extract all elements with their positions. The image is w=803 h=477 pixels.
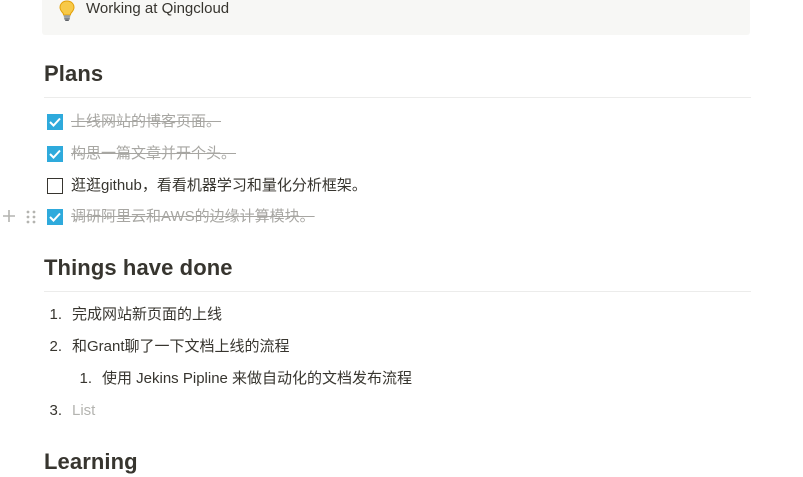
- todo-text[interactable]: 逛逛github，看看机器学习和量化分析框架。: [71, 176, 367, 196]
- plans-divider: [44, 97, 751, 98]
- list-item-text[interactable]: 完成网站新页面的上线: [72, 305, 222, 325]
- done-divider: [44, 291, 751, 292]
- checkbox-checked[interactable]: [47, 114, 63, 130]
- callout-text: Working at Qingcloud: [86, 0, 230, 17]
- list-placeholder-text[interactable]: List: [72, 401, 95, 421]
- learning-heading: Learning: [44, 449, 138, 474]
- list-number: 1.: [79, 370, 92, 387]
- plus-icon[interactable]: [2, 207, 16, 225]
- list-item-text[interactable]: 和Grant聊了一下文档上线的流程: [72, 337, 290, 357]
- checkbox-checked[interactable]: [47, 209, 63, 225]
- todo-text[interactable]: 调研阿里云和AWS的边缘计算模块。: [71, 207, 315, 227]
- checkbox-checked[interactable]: [47, 146, 63, 162]
- checkbox-unchecked[interactable]: [47, 178, 63, 194]
- callout-block[interactable]: Working at Qingcloud: [42, 0, 750, 35]
- list-number: 1.: [49, 306, 62, 323]
- lightbulb-icon[interactable]: [59, 0, 75, 22]
- todo-text[interactable]: 上线网站的博客页面。: [71, 112, 221, 132]
- list-number: 3.: [49, 402, 62, 419]
- done-heading: Things have done: [44, 255, 233, 280]
- list-item-text[interactable]: 使用 Jekins Pipline 来做自动化的文档发布流程: [102, 369, 412, 389]
- todo-text[interactable]: 构思一篇文章并开个头。: [71, 144, 236, 164]
- drag-handle-icon[interactable]: [25, 209, 37, 225]
- list-number: 2.: [49, 338, 62, 355]
- plans-heading: Plans: [44, 61, 104, 86]
